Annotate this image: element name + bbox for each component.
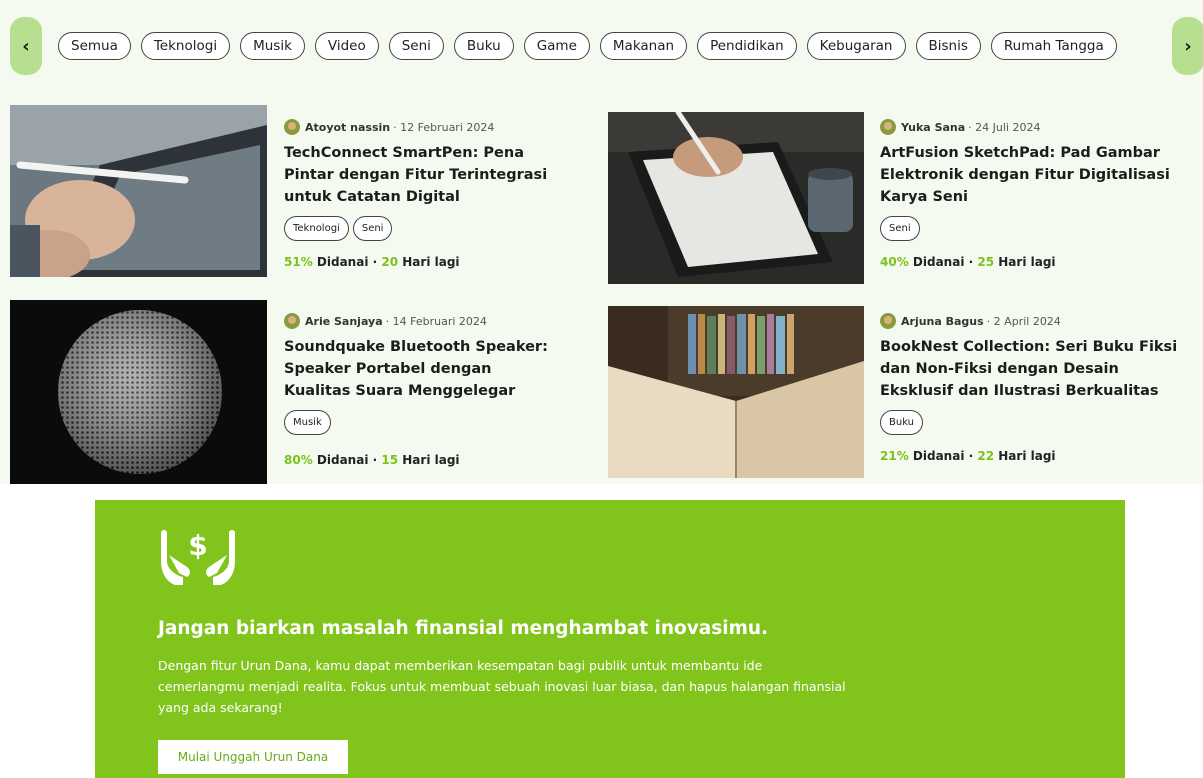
funding-status: 40% Didanai · 25 Hari lagi xyxy=(880,255,1180,269)
post-date: · 12 Februari 2024 xyxy=(393,120,495,134)
post-date: · 14 Februari 2024 xyxy=(385,314,487,328)
category-list: Semua Teknologi Musik Video Seni Buku Ga… xyxy=(58,32,1117,60)
category-prev-button[interactable]: ‹ xyxy=(10,17,42,75)
post-date: · 2 April 2024 xyxy=(986,314,1061,328)
campaign-card: Yuka Sana · 24 Juli 2024 ArtFusion Sketc… xyxy=(880,118,1180,269)
category-pill-teknologi[interactable]: Teknologi xyxy=(140,32,231,60)
funded-label: Didanai · xyxy=(912,449,974,463)
tag-teknologi[interactable]: Teknologi xyxy=(284,216,349,241)
card-image-smartpen[interactable] xyxy=(10,105,267,277)
avatar xyxy=(284,313,300,329)
svg-text:$: $ xyxy=(188,529,207,562)
card-image-speaker[interactable] xyxy=(10,300,267,484)
banner-description: Dengan fitur Urun Dana, kamu dapat membe… xyxy=(158,658,846,715)
chevron-right-icon: › xyxy=(1184,35,1192,57)
category-pill-kebugaran[interactable]: Kebugaran xyxy=(806,32,906,60)
chevron-left-icon: ‹ xyxy=(22,35,30,57)
campaign-title[interactable]: Soundquake Bluetooth Speaker: Speaker Po… xyxy=(284,336,559,402)
campaign-title[interactable]: BookNest Collection: Seri Buku Fiksi dan… xyxy=(880,336,1180,402)
category-pill-pendidikan[interactable]: Pendidikan xyxy=(697,32,797,60)
card-image-books[interactable] xyxy=(608,306,864,478)
tag-buku[interactable]: Buku xyxy=(880,410,924,435)
category-pill-musik[interactable]: Musik xyxy=(240,32,305,60)
category-pill-video[interactable]: Video xyxy=(314,32,379,60)
funded-label: Didanai · xyxy=(316,453,378,467)
campaign-card: Atoyot nassin · 12 Februari 2024 TechCon… xyxy=(284,118,584,269)
tag-seni[interactable]: Seni xyxy=(880,216,920,241)
category-pill-seni[interactable]: Seni xyxy=(388,32,444,60)
funded-label: Didanai · xyxy=(912,255,974,269)
banner-title: Jangan biarkan masalah finansial mengham… xyxy=(158,618,769,639)
card-image-sketchpad[interactable] xyxy=(608,112,864,284)
avatar xyxy=(880,313,896,329)
author-row: Atoyot nassin · 12 Februari 2024 xyxy=(284,118,584,136)
funding-status: 51% Didanai · 20 Hari lagi xyxy=(284,255,584,269)
category-next-button[interactable]: › xyxy=(1172,17,1203,75)
funded-percent: 51% xyxy=(284,255,313,269)
campaign-title[interactable]: ArtFusion SketchPad: Pad Gambar Elektron… xyxy=(880,142,1170,208)
funding-status: 80% Didanai · 15 Hari lagi xyxy=(284,453,584,467)
tag-list: Musik xyxy=(284,410,584,435)
funded-label: Didanai · xyxy=(316,255,378,269)
category-pill-rumah-tangga[interactable]: Rumah Tangga xyxy=(990,32,1117,60)
days-label: Hari lagi xyxy=(402,453,460,467)
hand-holding-dollar-icon: $ xyxy=(157,525,239,587)
days-label: Hari lagi xyxy=(402,255,460,269)
tag-seni[interactable]: Seni xyxy=(352,216,393,241)
funded-percent: 80% xyxy=(284,453,313,467)
author-name[interactable]: Yuka Sana xyxy=(901,121,965,134)
category-pill-game[interactable]: Game xyxy=(523,32,590,60)
days-label: Hari lagi xyxy=(998,255,1056,269)
days-left: 25 xyxy=(977,255,995,269)
author-row: Arie Sanjaya · 14 Februari 2024 xyxy=(284,312,584,330)
author-row: Arjuna Bagus · 2 April 2024 xyxy=(880,312,1180,330)
author-name[interactable]: Atoyot nassin xyxy=(305,121,390,134)
campaign-card: Arjuna Bagus · 2 April 2024 BookNest Col… xyxy=(880,312,1180,463)
days-left: 15 xyxy=(381,453,399,467)
start-crowdfunding-button[interactable]: Mulai Unggah Urun Dana xyxy=(158,740,348,774)
author-name[interactable]: Arjuna Bagus xyxy=(901,315,984,328)
campaign-title[interactable]: TechConnect SmartPen: Pena Pintar dengan… xyxy=(284,142,569,208)
tag-list: Seni xyxy=(880,216,1180,241)
category-pill-buku[interactable]: Buku xyxy=(453,32,514,60)
author-name[interactable]: Arie Sanjaya xyxy=(305,315,383,328)
category-bar: ‹ Semua Teknologi Musik Video Seni Buku … xyxy=(0,0,1203,95)
tag-list: Teknologi Seni xyxy=(284,216,584,241)
avatar xyxy=(284,119,300,135)
days-left: 22 xyxy=(977,449,995,463)
funded-percent: 40% xyxy=(880,255,909,269)
tag-list: Buku xyxy=(880,410,1180,435)
author-row: Yuka Sana · 24 Juli 2024 xyxy=(880,118,1180,136)
campaign-section: ‹ Semua Teknologi Musik Video Seni Buku … xyxy=(0,0,1203,484)
category-pill-makanan[interactable]: Makanan xyxy=(599,32,688,60)
days-left: 20 xyxy=(381,255,399,269)
campaign-card: Arie Sanjaya · 14 Februari 2024 Soundqua… xyxy=(284,312,584,467)
crowdfunding-banner: $ Jangan biarkan masalah finansial mengh… xyxy=(95,500,1125,778)
avatar xyxy=(880,119,896,135)
days-label: Hari lagi xyxy=(998,449,1056,463)
funded-percent: 21% xyxy=(880,449,909,463)
tag-musik[interactable]: Musik xyxy=(284,410,331,435)
post-date: · 24 Juli 2024 xyxy=(968,120,1041,134)
category-pill-semua[interactable]: Semua xyxy=(58,32,131,60)
category-pill-bisnis[interactable]: Bisnis xyxy=(915,32,981,60)
funding-status: 21% Didanai · 22 Hari lagi xyxy=(880,449,1180,463)
